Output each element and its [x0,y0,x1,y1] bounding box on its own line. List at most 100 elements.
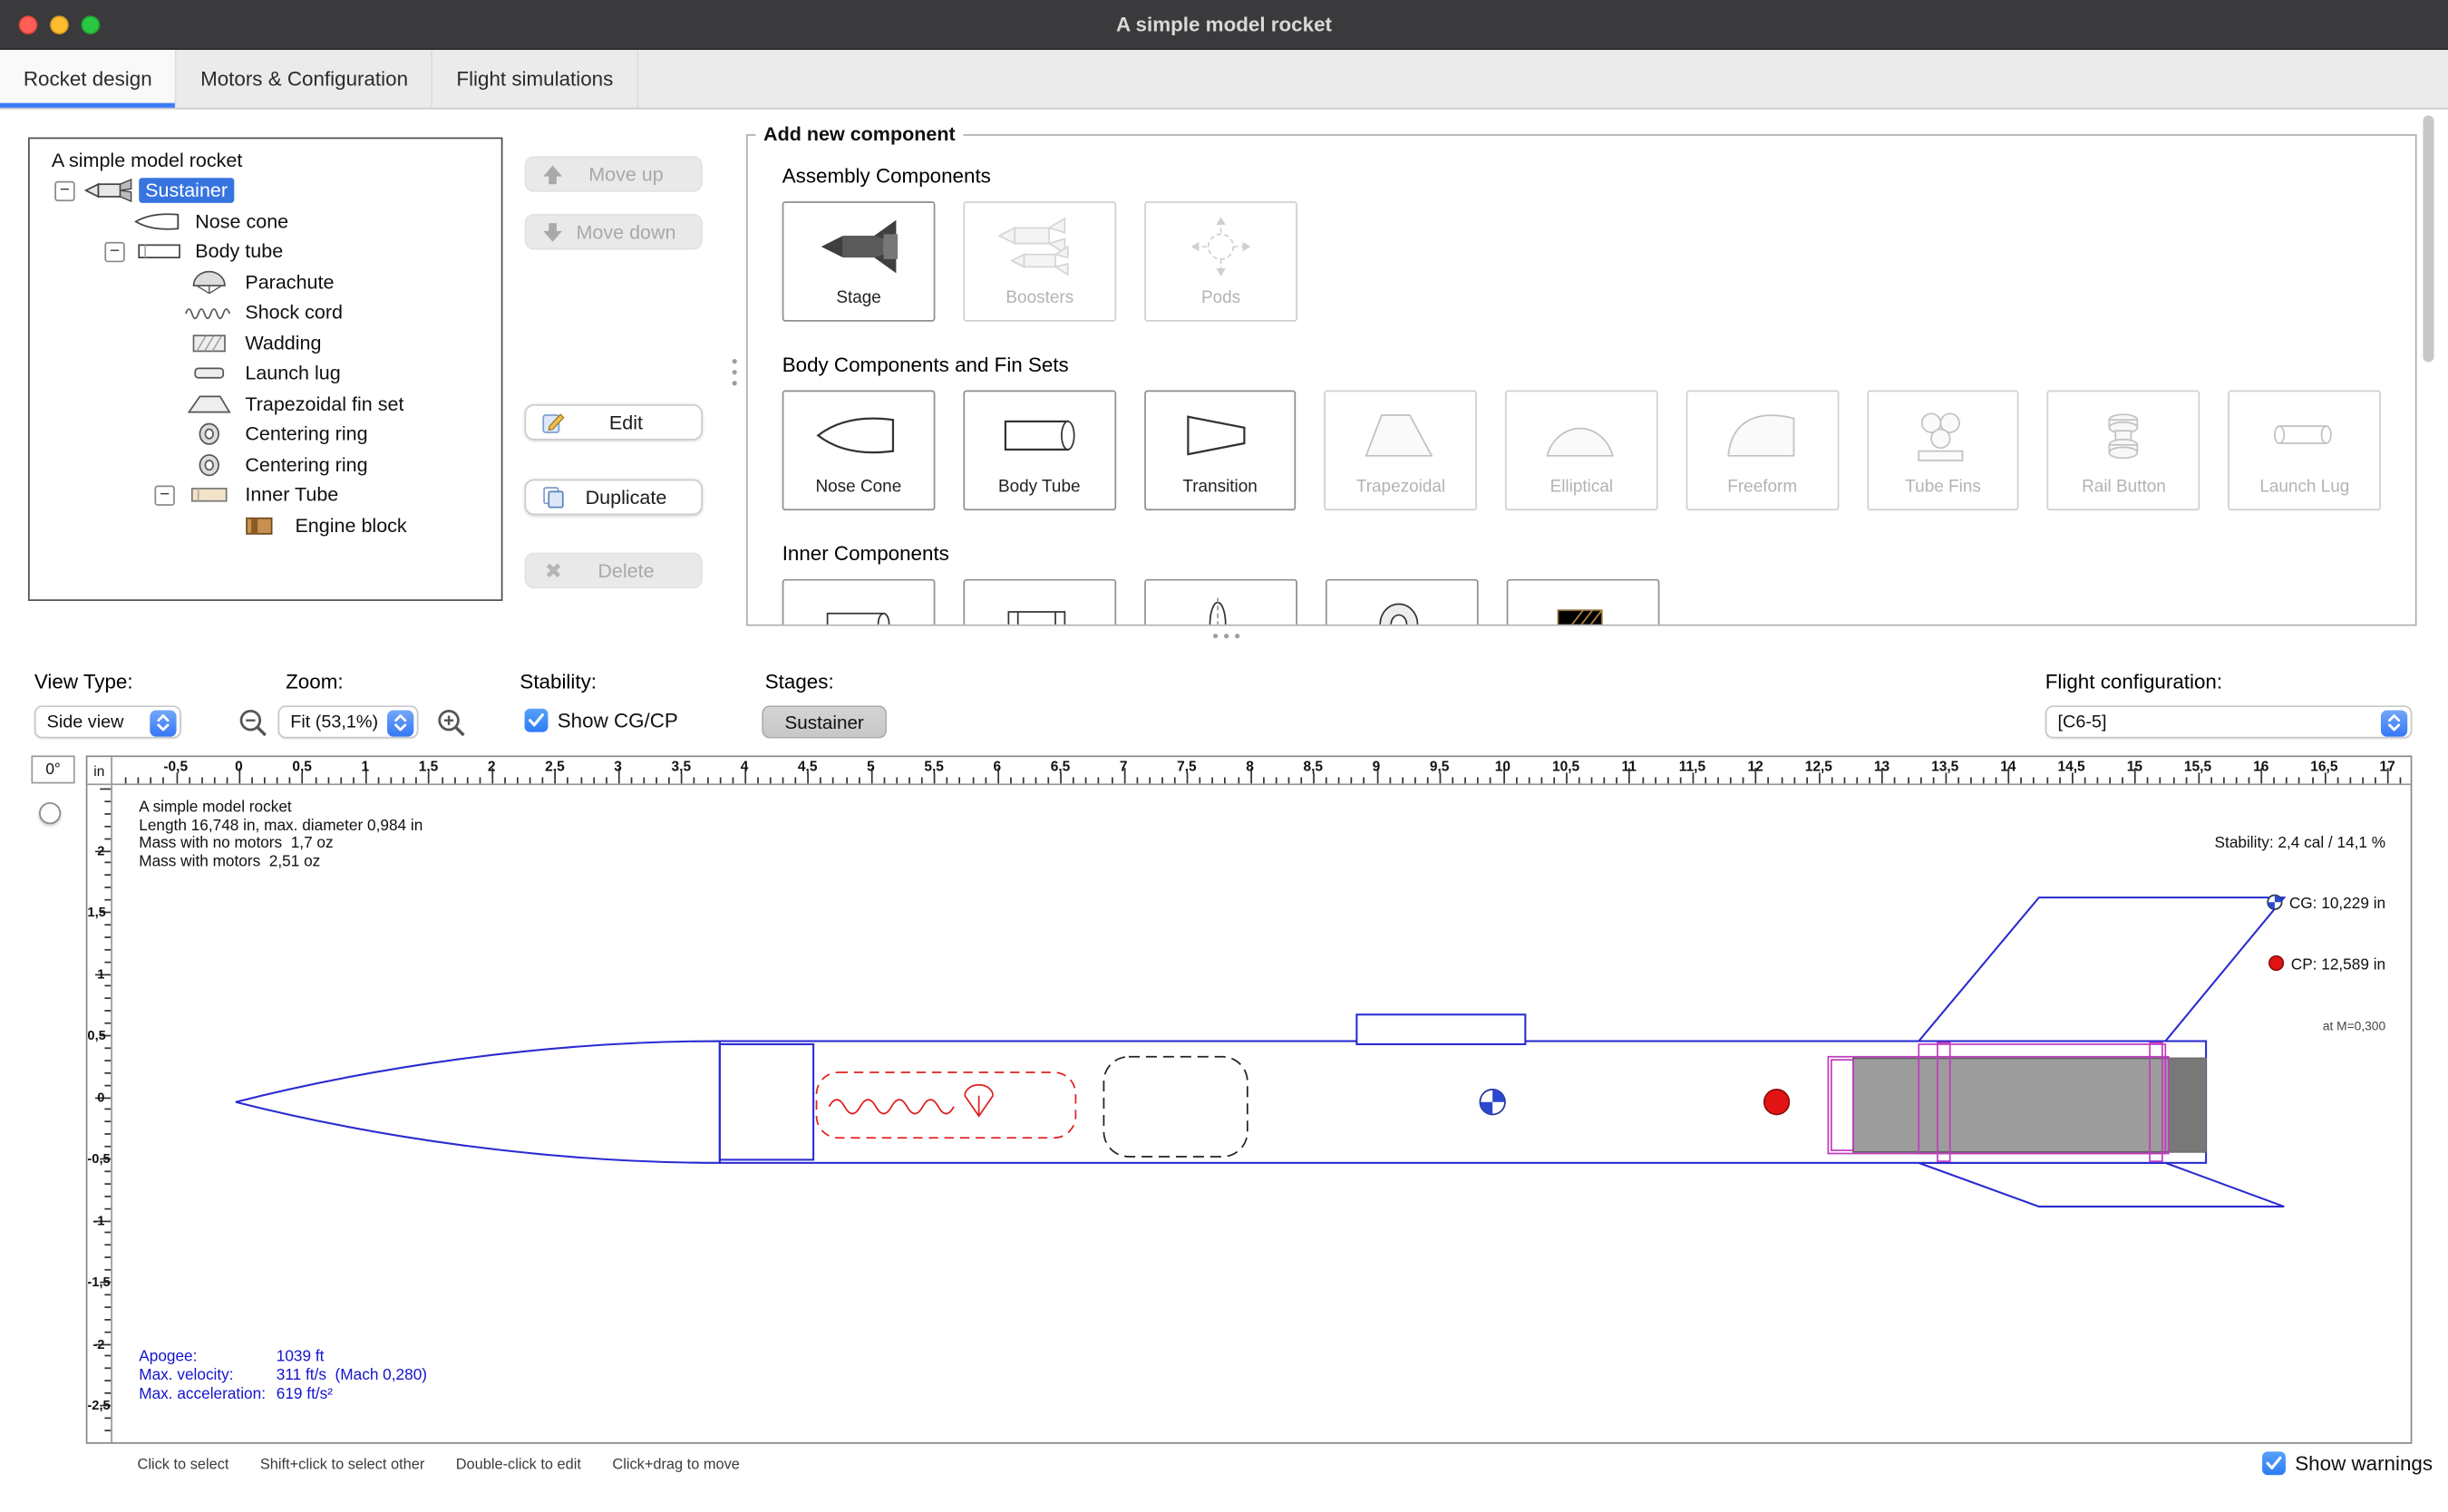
component-button-transition[interactable]: Transition [1143,390,1296,510]
parachute-icon [180,269,238,295]
tree-item-shock-cord[interactable]: Shock cord [30,297,501,328]
motor[interactable] [1853,1058,2206,1151]
tab-flight-simulations[interactable]: Flight simulations [433,50,638,108]
stage-toggle-sustainer[interactable]: Sustainer [762,705,887,738]
show-warnings-label: Show warnings [2295,1451,2433,1475]
scrollbar[interactable] [2423,115,2433,362]
component-button-label: Transition [1182,478,1257,498]
collapse-icon[interactable]: − [104,241,124,261]
tree-item-sustainer[interactable]: − Sustainer [30,176,501,207]
duplicate-icon [540,486,566,509]
tree-item-a-simple-model-rocket[interactable]: A simple model rocket [30,145,501,176]
tree-item-engine-block[interactable]: Engine block [30,510,501,541]
zoom-value: Fit (53,1%) [290,712,378,732]
motor-nozzle-end [2169,1058,2206,1151]
show-warnings-control[interactable]: Show warnings [2262,1451,2433,1475]
component-tree[interactable]: A simple model rocket − SustainerNose cone… [28,138,502,601]
zoom-select[interactable]: Fit (53,1%) [278,705,419,738]
component-button-freeform: Freeform [1686,390,1839,510]
coupler-icon [965,581,1114,626]
zoom-out-button[interactable] [236,705,268,738]
freeform-fin-icon [1687,392,1837,478]
vertical-splitter-grip[interactable] [733,381,737,385]
arrow-down-icon [540,221,566,243]
engine-block-card-icon [1508,581,1657,626]
component-button-nose-cone[interactable]: Nose Cone [782,390,935,510]
hint-text: Click+drag to move [612,1457,739,1474]
tree-item-parachute[interactable]: Parachute [30,267,501,297]
nose-cone-outline[interactable] [236,1042,720,1163]
delete-label: Delete [565,559,686,581]
rotation-knob[interactable] [39,802,61,824]
show-cg-cp-checkbox[interactable] [525,709,549,732]
duplicate-button[interactable]: Duplicate [525,480,703,516]
stage-icon [783,203,933,289]
view-type-select[interactable]: Side view [34,705,181,738]
rail-button-icon [2049,392,2199,478]
duplicate-label: Duplicate [565,486,686,508]
bulkhead-icon [1146,581,1296,626]
tree-item-nose-cone[interactable]: Nose cone [30,206,501,237]
tree-item-launch-lug[interactable]: Launch lug [30,358,501,389]
add-component-title: Add new component [755,123,963,145]
collapse-icon[interactable]: − [154,485,174,505]
vertical-splitter-grip[interactable] [733,359,737,363]
openrocket-window: A simple model rocket Rocket design Moto… [0,0,2448,1512]
launch-lug-card-icon [2229,392,2379,478]
rocket-icon [80,179,139,204]
titlebar[interactable]: A simple model rocket [0,0,2448,50]
tree-item-label: Sustainer [139,179,234,204]
fin-bottom[interactable] [1919,1163,2284,1207]
zoom-in-button[interactable] [434,705,467,738]
launch-lug-outline[interactable] [1356,1014,1525,1044]
component-button-label: Trapezoidal [1356,478,1445,498]
collapse-icon[interactable]: − [54,180,74,200]
show-cg-cp-control[interactable]: Show CG/CP [525,709,678,732]
component-button-label: Launch Lug [2259,478,2349,498]
tab-motors-configuration[interactable]: Motors & Configuration [177,50,432,108]
stages-label: Stages: [765,670,834,693]
component-button-inner-tube-card-icon[interactable] [782,579,936,626]
component-button-label: Pods [1201,289,1240,309]
horizontal-splitter-grip[interactable] [1224,634,1229,638]
tree-item-label: A simple model rocket [45,148,248,173]
component-button-coupler-icon[interactable] [963,579,1116,626]
tree-item-inner-tube[interactable]: −Inner Tube [30,480,501,510]
tree-item-body-tube[interactable]: −Body tube [30,237,501,267]
move-up-label: Move up [565,163,686,185]
component-button-bulkhead-icon[interactable] [1144,579,1297,626]
horizontal-splitter-grip[interactable] [1213,634,1218,638]
component-button-body-tube[interactable]: Body Tube [963,390,1115,510]
move-down-label: Move down [565,221,686,243]
tree-item-centering-ring[interactable]: Centering ring [30,419,501,450]
vertical-splitter-grip[interactable] [733,370,737,374]
inner-tube-card-icon [783,581,933,626]
edit-button[interactable]: Edit [525,404,703,441]
move-up-button: Move up [525,156,703,192]
cp-value: CP: 12,589 in [2291,957,2385,977]
component-button-label: Tube Fins [1905,478,1981,498]
component-button-engine-block-card-icon[interactable] [1507,579,1660,626]
tree-item-wadding[interactable]: Wadding [30,328,501,359]
component-button-centering-ring-card-icon[interactable] [1326,579,1479,626]
component-button-stage[interactable]: Stage [782,201,936,322]
chevron-up-down-icon [387,710,413,736]
vertical-ruler: 21,510,50-0,5-1-1,5-2-2,5 [87,785,112,1442]
rocket-canvas[interactable]: in -0,500,511,522,533,544,555,566,577,58… [86,755,2413,1443]
boosters-icon [965,203,1114,289]
tree-item-centering-ring[interactable]: Centering ring [30,450,501,480]
component-button-label: Stage [836,289,881,309]
trapezoidal-fin-icon [1326,392,1476,478]
rocket-drawing-area: A simple model rocketLength 16,748 in, m… [112,785,2411,1442]
tab-rocket-design[interactable]: Rocket design [0,50,177,108]
hint-text: Click to select [138,1457,229,1474]
wadding-icon [180,331,238,356]
flight-configuration-select[interactable]: [C6-5] [2045,705,2413,738]
horizontal-splitter-grip[interactable] [1235,634,1239,638]
show-warnings-checkbox[interactable] [2262,1451,2286,1475]
stability-value: Stability: 2,4 cal / 14,1 % [2215,835,2386,855]
component-button-tube-fins: Tube Fins [1867,390,2019,510]
horizontal-ruler: -0,500,511,522,533,544,555,566,577,588,5… [112,757,2411,785]
mouse-hints: Click to selectShift+click to select oth… [138,1457,740,1474]
tree-item-trapezoidal-fin-set[interactable]: Trapezoidal fin set [30,389,501,420]
